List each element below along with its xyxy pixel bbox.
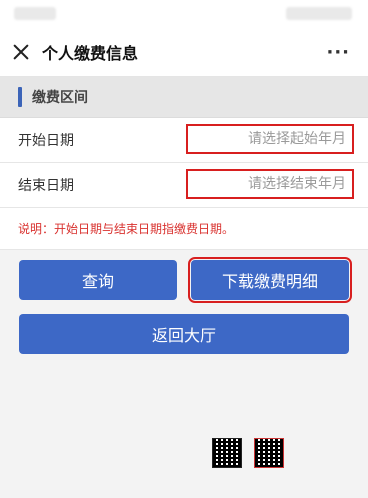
query-button[interactable]: 查询: [19, 260, 177, 300]
date-range-form: 开始日期 结束日期 说明：开始日期与结束日期指缴费日期。: [0, 118, 368, 250]
start-date-field[interactable]: [186, 124, 354, 154]
status-bar-blur-right: [286, 7, 352, 20]
end-date-row: 结束日期: [0, 163, 368, 208]
qr-code-item: [212, 438, 242, 468]
download-details-button[interactable]: 下载缴费明细: [188, 257, 352, 303]
back-to-hall-button[interactable]: 返回大厅: [19, 314, 349, 354]
section-header: 缴费区间: [0, 77, 368, 118]
close-icon[interactable]: [10, 41, 32, 63]
section-title: 缴费区间: [32, 90, 88, 106]
qr-code-icon: [212, 438, 242, 468]
end-date-label: 结束日期: [18, 178, 74, 194]
date-range-note: 说明：开始日期与结束日期指缴费日期。: [0, 208, 368, 250]
page-title: 个人缴费信息: [42, 44, 139, 63]
nav-bar: 个人缴费信息 ···: [0, 28, 368, 77]
qr-code-item: [254, 438, 284, 468]
action-buttons: 查询 下载缴费明细 返回大厅: [0, 250, 368, 354]
start-date-row: 开始日期: [0, 118, 368, 163]
end-date-field[interactable]: [186, 169, 354, 199]
more-icon[interactable]: ···: [326, 42, 350, 63]
section-accent-bar: [18, 87, 22, 107]
status-bar: [0, 0, 368, 28]
qr-code-icon: [254, 438, 284, 468]
status-bar-blur-left: [14, 7, 56, 20]
qr-codes: [212, 438, 284, 468]
button-row: 查询 下载缴费明细: [19, 257, 352, 303]
start-date-label: 开始日期: [18, 133, 74, 149]
